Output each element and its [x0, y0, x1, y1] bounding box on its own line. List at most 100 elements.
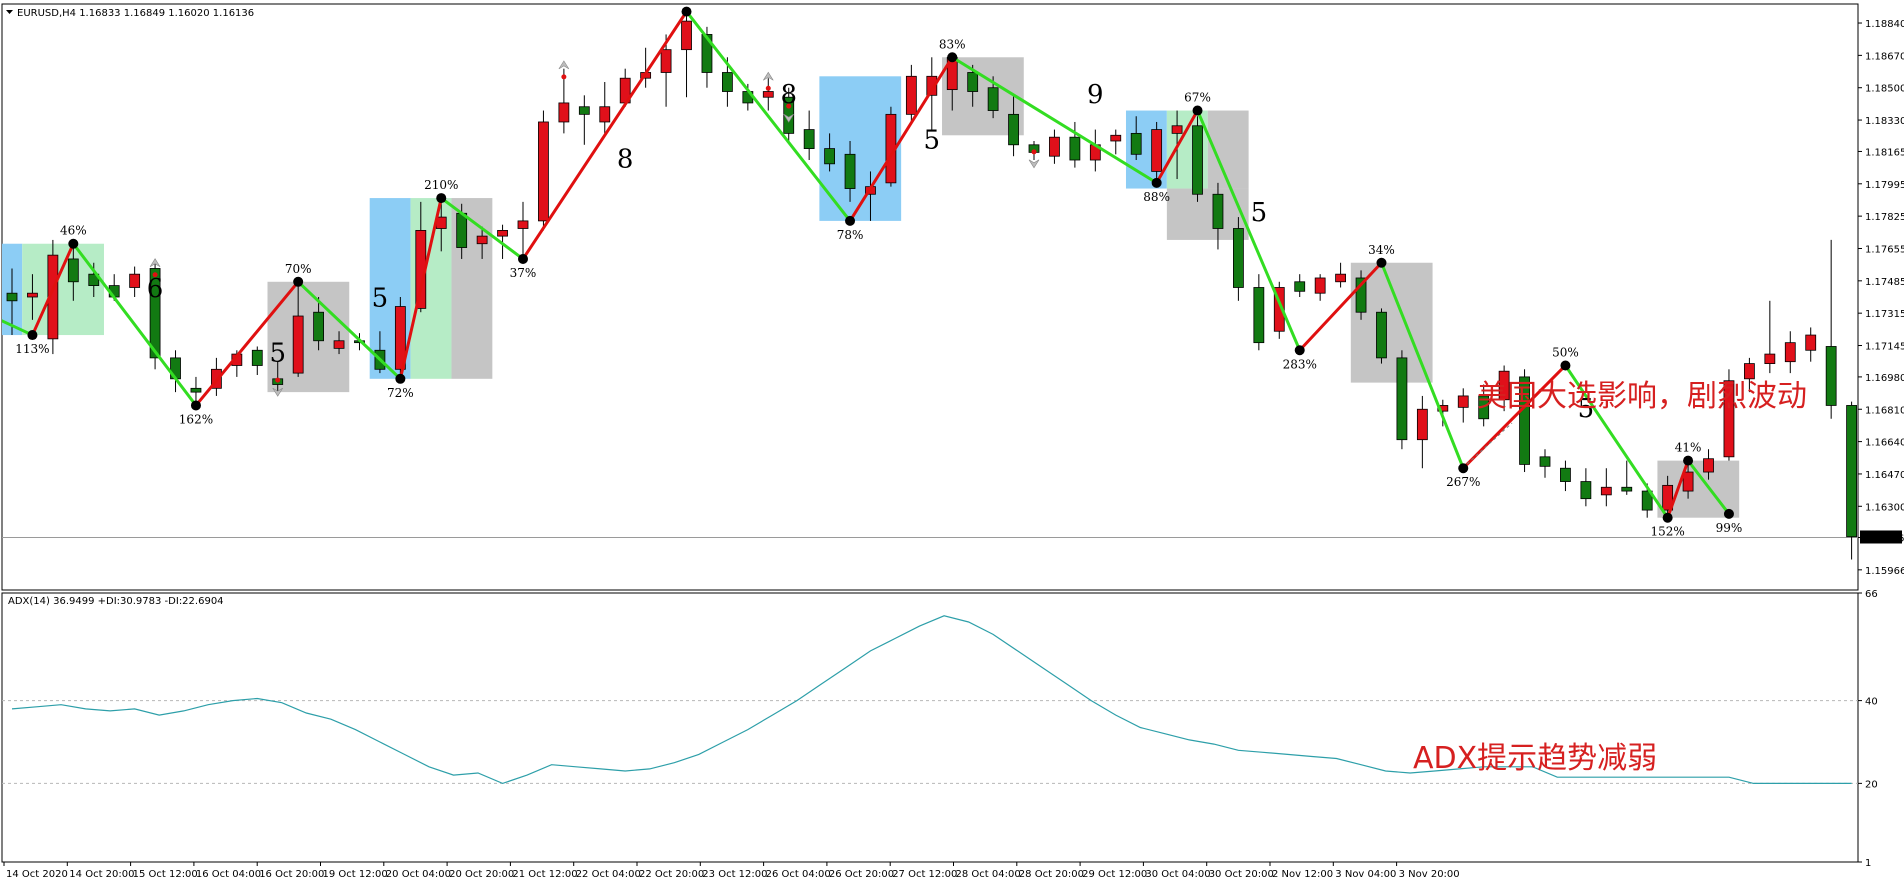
time-axis-label: 30 Oct 20:00: [1209, 869, 1274, 880]
candle-body[interactable]: [538, 121, 549, 222]
pivot-dot[interactable]: [190, 400, 201, 411]
candle-body[interactable]: [1682, 471, 1694, 492]
candle-body[interactable]: [1416, 408, 1428, 441]
pivot-dot[interactable]: [1662, 512, 1673, 523]
candle-body[interactable]: [129, 273, 141, 288]
candle-body[interactable]: [1580, 481, 1592, 500]
pivot-dot[interactable]: [845, 215, 856, 226]
pivot-percent-label: 83%: [939, 37, 966, 51]
price-axis-label: 1.18840: [1865, 19, 1904, 30]
pivot-percent-label: 34%: [1368, 243, 1395, 257]
candle-body[interactable]: [578, 106, 590, 115]
price-axis-label: 1.16640: [1865, 438, 1904, 449]
chart-menu-triangle-icon[interactable]: [6, 10, 13, 14]
candle-body[interactable]: [1314, 277, 1326, 294]
price-axis-label: 1.16810: [1865, 405, 1904, 416]
pivot-dot[interactable]: [436, 193, 447, 204]
candle-body[interactable]: [190, 387, 202, 393]
pivot-percent-label: 46%: [60, 224, 87, 238]
pivot-dot[interactable]: [68, 238, 79, 249]
pivot-dot[interactable]: [1376, 257, 1387, 268]
candle-body[interactable]: [1539, 456, 1551, 467]
pivot-dot[interactable]: [1458, 463, 1469, 474]
candle-body[interactable]: [1396, 357, 1408, 441]
candle-body[interactable]: [1049, 136, 1060, 157]
candle-body[interactable]: [1825, 346, 1837, 406]
candle-body[interactable]: [558, 102, 570, 123]
candle-body[interactable]: [681, 20, 692, 51]
candle-body[interactable]: [1212, 193, 1224, 229]
candle-body[interactable]: [6, 292, 18, 302]
candle-body[interactable]: [987, 87, 999, 111]
candle-body[interactable]: [1151, 129, 1163, 172]
candle-body[interactable]: [1703, 458, 1714, 473]
candle-body[interactable]: [1110, 134, 1122, 142]
candle-body[interactable]: [1805, 334, 1817, 351]
pivot-dot[interactable]: [1683, 455, 1694, 466]
candle-body[interactable]: [333, 340, 345, 349]
candle-body[interactable]: [497, 230, 508, 237]
candle-body[interactable]: [762, 91, 774, 98]
candle-body[interactable]: [1008, 113, 1019, 146]
pivot-dot[interactable]: [1560, 360, 1571, 371]
candle-body[interactable]: [1621, 486, 1633, 492]
pivot-dot[interactable]: [1723, 508, 1734, 519]
candle-body[interactable]: [251, 349, 263, 366]
price-axis-label: 1.17485: [1865, 277, 1904, 288]
candle-body[interactable]: [1171, 125, 1183, 134]
pivot-dot[interactable]: [1151, 177, 1162, 188]
time-axis-label: 16 Oct 20:00: [259, 869, 324, 880]
candle-body[interactable]: [1560, 467, 1571, 482]
candle-body[interactable]: [292, 315, 304, 374]
price-axis-label: 1.17825: [1865, 212, 1904, 223]
candle-body[interactable]: [1457, 395, 1469, 408]
candle-body[interactable]: [1253, 287, 1265, 344]
pivot-dot[interactable]: [681, 6, 692, 17]
candle-body[interactable]: [27, 292, 38, 298]
time-axis-label: 21 Oct 12:00: [512, 869, 577, 880]
wave-count-label: 9: [1087, 80, 1104, 110]
candle-body[interactable]: [967, 72, 979, 92]
candle-body[interactable]: [517, 220, 529, 229]
candle-body[interactable]: [456, 212, 468, 248]
pivot-dot[interactable]: [1192, 105, 1203, 116]
candle-body[interactable]: [1069, 136, 1081, 161]
candle-body[interactable]: [1744, 363, 1755, 380]
wave-count-label: 5: [924, 126, 941, 156]
wave-count-label: 6: [147, 274, 164, 304]
candle-body[interactable]: [660, 49, 672, 73]
candle-body[interactable]: [1192, 125, 1203, 195]
candle-body[interactable]: [1294, 281, 1306, 292]
adx-header-text: ADX(14) 36.9499 +DI:30.9783 -DI:22.6904: [8, 596, 224, 607]
pivot-dot[interactable]: [395, 373, 406, 384]
pivot-dot[interactable]: [518, 253, 528, 264]
trading-chart[interactable]: 113% 46% 162% 70% 72% 210% 37% 359% 78% 83% 88% 67%…: [0, 0, 1904, 885]
candle-body[interactable]: [1335, 273, 1346, 283]
chart-svg[interactable]: 113% 46% 162% 70% 72% 210% 37% 359% 78% 83% 88% 67%…: [0, 0, 1904, 885]
candle-body[interactable]: [824, 148, 835, 165]
main-plot-area[interactable]: 113% 46% 162% 70% 72% 210% 37% 359% 78% 83% 88% 67%…: [0, 0, 1858, 560]
pivot-dot[interactable]: [947, 52, 958, 63]
pivot-dot[interactable]: [1294, 345, 1305, 356]
wave-count-label: 8: [780, 80, 797, 110]
candle-body[interactable]: [905, 75, 917, 115]
pivot-percent-label: 70%: [285, 262, 312, 276]
candle-body[interactable]: [1784, 342, 1796, 363]
candle-body[interactable]: [722, 72, 733, 92]
candle-body[interactable]: [1600, 486, 1612, 496]
candle-body[interactable]: [1233, 228, 1244, 288]
candle-body[interactable]: [1846, 405, 1857, 538]
candle-body[interactable]: [803, 129, 815, 149]
candle-body[interactable]: [599, 106, 611, 123]
candle-body[interactable]: [1764, 353, 1776, 364]
pivot-dot[interactable]: [27, 330, 38, 341]
candle-body[interactable]: [1376, 311, 1387, 359]
candle-body[interactable]: [1130, 132, 1142, 155]
pivot-dot[interactable]: [293, 276, 304, 287]
candle-body[interactable]: [67, 258, 79, 283]
time-axis-label: 3 Nov 04:00: [1335, 869, 1396, 880]
zone-box-green: [22, 243, 104, 336]
candle-body[interactable]: [313, 311, 325, 342]
candle-body[interactable]: [844, 153, 856, 189]
candle-body[interactable]: [476, 235, 488, 245]
